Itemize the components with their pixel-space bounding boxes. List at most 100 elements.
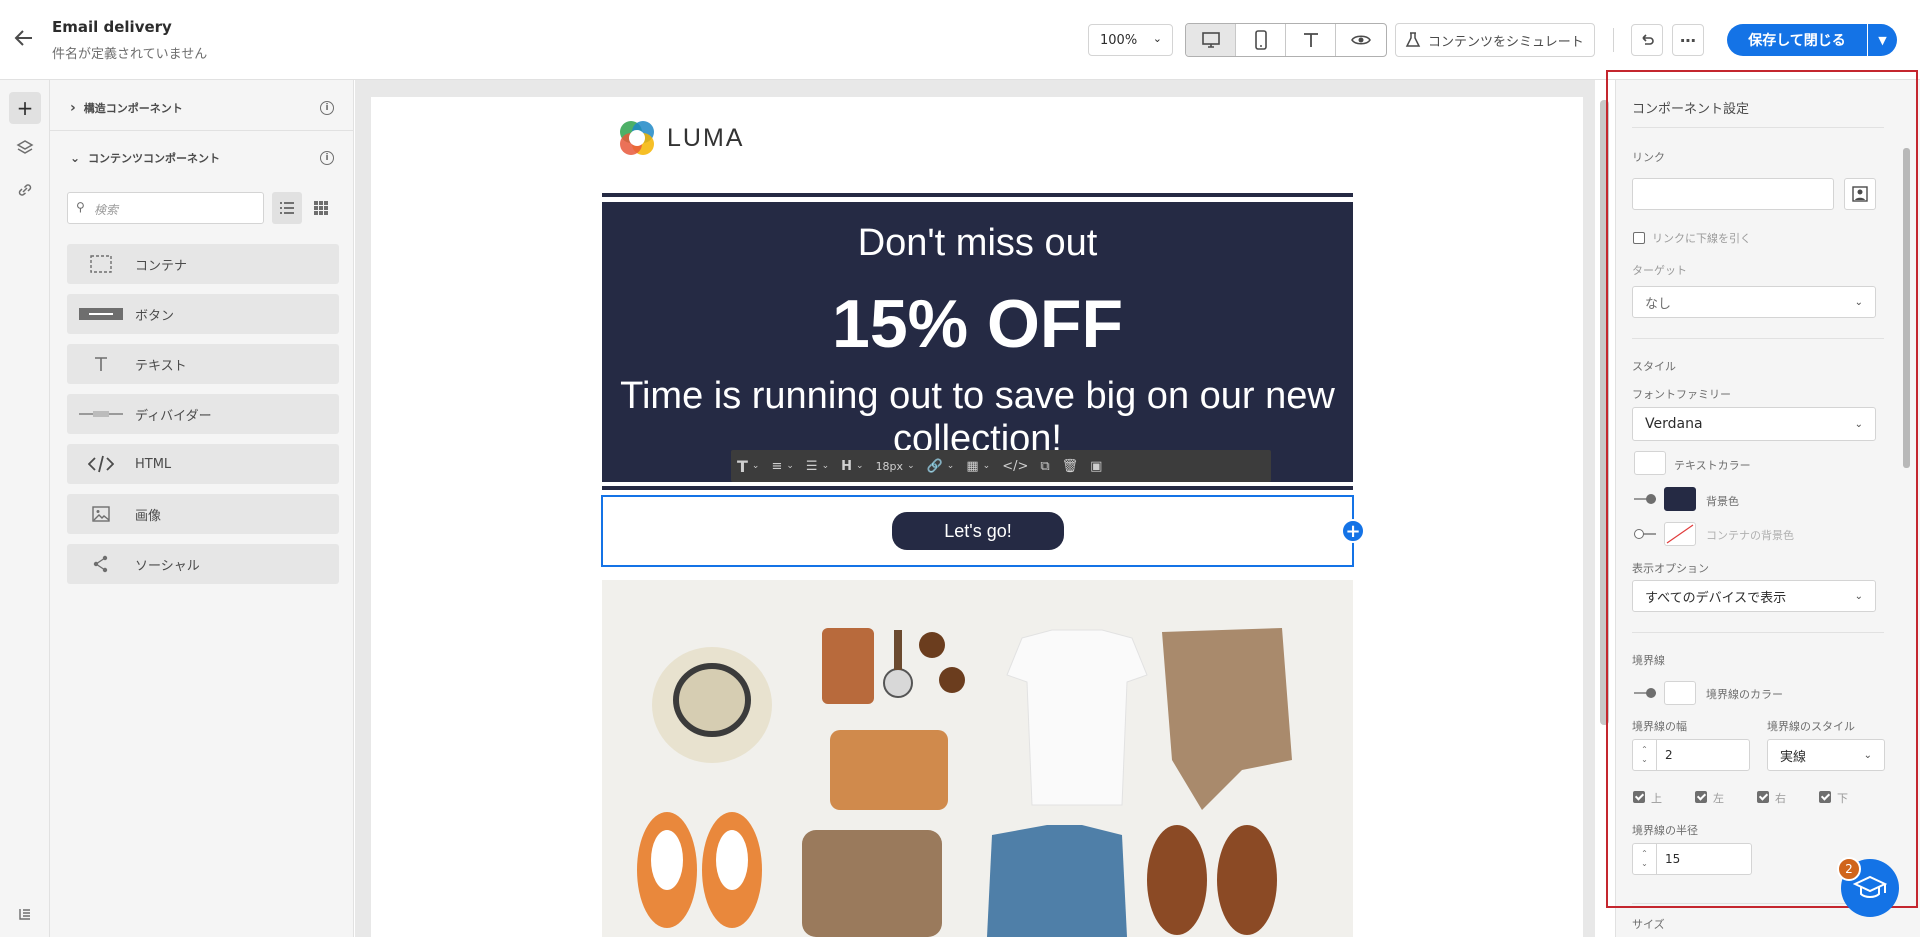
back-arrow-icon[interactable]: [14, 28, 36, 50]
undo-button[interactable]: [1631, 24, 1663, 56]
view-mode-group: [1185, 23, 1387, 57]
flask-icon: [1405, 32, 1421, 47]
button-icon: [67, 308, 135, 320]
divider-icon: [67, 410, 135, 418]
chevron-down-icon: ⌄: [1152, 32, 1162, 45]
left-rail: +: [0, 80, 50, 937]
mobile-icon: [1254, 30, 1267, 50]
duplicate-button[interactable]: ⧉: [1034, 450, 1055, 482]
top-bar: Email delivery 件名が定義されていません 100% ⌄ コンテンツ…: [0, 0, 1920, 80]
html-icon: [67, 455, 135, 473]
chevron-down-icon: ⌄: [982, 461, 991, 471]
component-container[interactable]: コンテナ: [67, 244, 339, 284]
luma-logo: LUMA: [617, 118, 744, 158]
highlight-frame: [1606, 70, 1918, 908]
chevron-down-icon: ⌄: [70, 151, 81, 165]
code-icon: </>: [1002, 458, 1029, 474]
panel-divider: [50, 130, 354, 131]
chevron-down-icon: ⌄: [907, 461, 915, 471]
graduation-cap-icon: [1853, 875, 1887, 898]
cta-button[interactable]: Let's go!: [892, 512, 1064, 550]
component-text[interactable]: テキスト: [67, 344, 339, 384]
list-icon: [280, 202, 294, 214]
content-components-header[interactable]: ⌄ コンテンツコンポーネント i: [70, 150, 334, 166]
component-html[interactable]: HTML: [67, 444, 339, 484]
code-button[interactable]: </>: [996, 450, 1034, 482]
delete-button[interactable]: 🗑: [1056, 450, 1085, 482]
align-menu[interactable]: ≡ ⌄: [765, 450, 799, 482]
component-button[interactable]: ボタン: [67, 294, 339, 334]
desktop-icon: [1201, 32, 1220, 48]
image-icon: ▦: [966, 458, 979, 474]
image-icon: [67, 506, 135, 522]
component-label: 画像: [135, 508, 162, 524]
search-input[interactable]: ⚲ 検索: [67, 192, 264, 224]
text-style-menu[interactable]: T ⌄: [731, 450, 765, 482]
component-label: HTML: [135, 456, 172, 472]
chevron-down-icon: ▼: [1878, 33, 1887, 47]
mobile-view-button[interactable]: [1236, 24, 1286, 56]
link-icon[interactable]: [9, 174, 41, 206]
list-view-toggle[interactable]: [272, 192, 302, 224]
search-icon: ⚲: [76, 200, 85, 214]
add-block-icon[interactable]: +: [1341, 519, 1365, 543]
list-menu[interactable]: ☰ ⌄: [800, 450, 835, 482]
save-dropdown-button[interactable]: ▼: [1868, 24, 1897, 56]
text-icon: T: [737, 456, 748, 476]
chevron-down-icon: ⌄: [751, 461, 760, 471]
hero-text-block[interactable]: Don't miss out 15% OFF Time is running o…: [602, 202, 1353, 482]
save-and-close-button[interactable]: 保存して閉じる: [1727, 24, 1867, 56]
layers-icon[interactable]: [9, 132, 41, 164]
page-title: Email delivery: [52, 18, 172, 36]
text-format-toolbar: T ⌄ ≡ ⌄ ☰ ⌄ H ⌄ 18px ⌄ 🔗 ⌄ ▦ ⌄ </> ⧉ 🗑 ▣: [731, 450, 1271, 482]
text-view-button[interactable]: [1286, 24, 1336, 56]
grid-view-toggle[interactable]: [306, 192, 336, 224]
component-list: コンテナ ボタン テキスト ディバイダー HTML 画像 ソーシャル: [67, 244, 339, 594]
simulate-content-button[interactable]: コンテンツをシミュレート: [1395, 23, 1595, 57]
product-image[interactable]: [602, 580, 1353, 937]
notification-badge: 2: [1837, 857, 1861, 881]
page-subtitle: 件名が定義されていません: [52, 47, 208, 62]
text-icon: [1303, 33, 1318, 47]
logo-text: LUMA: [667, 123, 745, 152]
preview-button[interactable]: [1336, 24, 1386, 56]
info-icon[interactable]: i: [320, 151, 334, 165]
add-icon[interactable]: +: [9, 92, 41, 124]
more-options-button[interactable]: ⋯: [1672, 24, 1704, 56]
info-icon[interactable]: i: [320, 101, 334, 115]
chevron-down-icon: ⌄: [786, 461, 794, 471]
chevron-down-icon: ⌄: [856, 461, 864, 471]
container-icon: [67, 255, 135, 273]
component-social[interactable]: ソーシャル: [67, 544, 339, 584]
image-menu[interactable]: ▦ ⌄: [960, 450, 996, 482]
component-divider[interactable]: ディバイダー: [67, 394, 339, 434]
undo-icon: [1642, 34, 1654, 45]
component-image[interactable]: 画像: [67, 494, 339, 534]
eye-icon: [1351, 35, 1371, 45]
hero-headline: Don't miss out: [857, 222, 1098, 264]
text-icon: [67, 356, 135, 372]
layers-settings-icon[interactable]: [9, 898, 41, 930]
font-size-menu[interactable]: 18px ⌄: [870, 450, 921, 482]
search-placeholder: 検索: [94, 203, 119, 217]
structure-components-header[interactable]: › 構造コンポーネント i: [70, 100, 334, 116]
chevron-right-icon: ›: [70, 100, 76, 116]
size-label: サイズ: [1632, 918, 1665, 931]
personalize-button[interactable]: ▣: [1084, 450, 1108, 482]
chevron-down-icon: ⌄: [821, 461, 830, 471]
content-components-title: コンテンツコンポーネント: [88, 152, 221, 165]
desktop-view-button[interactable]: [1186, 24, 1236, 56]
luma-logo-icon: [620, 121, 654, 155]
heading-menu[interactable]: H ⌄: [835, 450, 869, 482]
top-rule: [602, 193, 1353, 197]
social-icon: [67, 555, 135, 573]
bottom-rule: [602, 486, 1353, 490]
link-menu[interactable]: 🔗 ⌄: [921, 450, 961, 482]
zoom-select[interactable]: 100% ⌄: [1088, 24, 1173, 56]
duplicate-icon: ⧉: [1040, 458, 1050, 474]
zoom-value: 100%: [1100, 33, 1138, 48]
clothing-flatlay-image: [602, 580, 1353, 937]
hero-offer: 15% OFF: [832, 286, 1123, 362]
personalization-icon: ▣: [1090, 458, 1103, 474]
chevron-down-icon: ⌄: [946, 461, 955, 471]
